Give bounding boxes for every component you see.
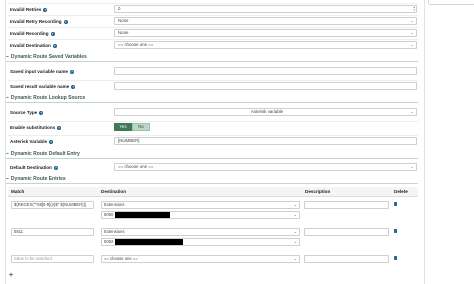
substitutions-toggle: Yes No bbox=[114, 123, 150, 131]
match-column-header: Match bbox=[11, 189, 25, 194]
section-lookup-source[interactable]: − Dynamic Route Lookup Source bbox=[6, 95, 418, 103]
default-destination-select[interactable]: == choose one == ⌄ bbox=[114, 163, 417, 171]
destination-column-header: Destination bbox=[101, 189, 127, 194]
help-icon[interactable]: ? bbox=[50, 32, 55, 36]
chevron-down-icon: ⌄ bbox=[293, 212, 297, 217]
asterisk-variable-label: Asterisk Variable? bbox=[10, 139, 54, 144]
invalid-recording-label: Invalid Recording? bbox=[10, 31, 55, 36]
asterisk-variable-row: Asterisk Variable? [NUMBER] bbox=[8, 135, 418, 147]
destination-type-select[interactable]: Extensions ⌄ bbox=[101, 228, 300, 236]
destination-type-select[interactable]: Extensions ⌄ bbox=[101, 201, 300, 209]
help-icon[interactable]: ? bbox=[57, 126, 62, 130]
chevron-down-icon: ⌄ bbox=[293, 239, 297, 244]
minus-icon[interactable]: − bbox=[6, 151, 9, 157]
invalid-destination-label: Invalid Destination? bbox=[10, 43, 57, 48]
description-field[interactable] bbox=[304, 201, 389, 209]
description-column-header: Description bbox=[305, 189, 331, 194]
saved-result-label: Saved result variable name? bbox=[10, 84, 76, 89]
section-entries[interactable]: − Dynamic Route Entries bbox=[6, 176, 418, 184]
saved-input-variable-field[interactable] bbox=[114, 67, 417, 75]
help-icon[interactable]: ? bbox=[43, 8, 48, 12]
minus-icon[interactable]: − bbox=[6, 54, 9, 60]
new-description-field[interactable] bbox=[304, 255, 389, 263]
trash-icon[interactable] bbox=[394, 229, 397, 233]
section-default-entry[interactable]: − Dynamic Route Default Entry bbox=[6, 151, 418, 159]
chevron-down-icon: ⌄ bbox=[410, 42, 414, 47]
help-icon[interactable]: ? bbox=[63, 20, 68, 24]
entries-table-header: Match Destination Description Delete bbox=[8, 187, 418, 197]
invalid-retries-input[interactable]: 0 ▴ ▾ bbox=[114, 5, 417, 13]
minus-icon[interactable]: − bbox=[6, 176, 9, 182]
no-button[interactable]: No bbox=[132, 123, 150, 131]
invalid-recording-row: Invalid Recording? None ⌄ bbox=[8, 27, 418, 39]
source-type-row: Source Type? Asterisk variable ⌄ bbox=[8, 107, 418, 118]
help-icon[interactable]: ? bbox=[71, 85, 76, 89]
invalid-destination-row: Invalid Destination? == choose one == ⌄ bbox=[8, 39, 418, 51]
chevron-down-icon: ⌄ bbox=[293, 256, 297, 261]
new-destination-select[interactable]: == choose one == ⌄ bbox=[101, 255, 300, 263]
help-icon[interactable]: ? bbox=[69, 70, 74, 74]
saved-input-row: Saved input variable name? bbox=[8, 66, 418, 77]
invalid-recording-select[interactable]: None ⌄ bbox=[114, 29, 417, 37]
description-field[interactable] bbox=[304, 228, 389, 236]
chevron-down-icon: ⌄ bbox=[293, 202, 297, 207]
enable-substitutions-label: Enable substitutions? bbox=[10, 125, 62, 130]
saved-input-label: Saved input variable name? bbox=[10, 69, 74, 74]
source-type-label: Source Type? bbox=[10, 110, 44, 115]
invalid-retry-recording-row: Invalid Retry Recording? None ⌄ bbox=[8, 15, 418, 27]
redacted-block bbox=[115, 212, 170, 218]
saved-result-variable-field[interactable] bbox=[114, 82, 417, 90]
chevron-down-icon: ⌄ bbox=[410, 30, 414, 35]
help-icon[interactable]: ? bbox=[53, 166, 58, 170]
trash-icon[interactable] bbox=[394, 202, 397, 206]
asterisk-variable-field[interactable]: [NUMBER] bbox=[114, 137, 417, 145]
default-destination-row: Default Destination? == choose one == ⌄ bbox=[8, 162, 418, 173]
invalid-retry-recording-select[interactable]: None ⌄ bbox=[114, 17, 417, 25]
yes-button[interactable]: Yes bbox=[114, 123, 132, 131]
delete-column-header: Delete bbox=[394, 189, 408, 194]
invalid-destination-select[interactable]: == choose one == ⌄ bbox=[114, 41, 417, 49]
help-icon[interactable]: ? bbox=[52, 44, 57, 48]
chevron-down-icon: ⌄ bbox=[410, 18, 414, 23]
invalid-retries-label: Invalid Retries? bbox=[10, 7, 48, 12]
side-panel bbox=[428, 0, 474, 5]
enable-substitutions-row: Enable substitutions? Yes No bbox=[8, 121, 418, 133]
match-field[interactable]: ${REGEX("^58[0-9]{2}$" ${NUMBER})} bbox=[11, 201, 94, 209]
chevron-down-icon: ⌄ bbox=[293, 229, 297, 234]
new-match-field[interactable]: value to be matched bbox=[11, 255, 94, 263]
invalid-retry-recording-label: Invalid Retry Recording? bbox=[10, 19, 68, 24]
plus-icon[interactable]: + bbox=[9, 272, 13, 279]
chevron-down-icon: ⌄ bbox=[410, 164, 414, 169]
default-destination-label: Default Destination? bbox=[10, 165, 58, 170]
source-type-select[interactable]: Asterisk variable ⌄ bbox=[114, 108, 417, 116]
help-icon[interactable]: ? bbox=[49, 140, 54, 144]
spinner-icon[interactable]: ▴ ▾ bbox=[413, 6, 415, 12]
minus-icon[interactable]: − bbox=[6, 95, 9, 101]
help-icon[interactable]: ? bbox=[39, 111, 44, 115]
match-field[interactable]: 5811 bbox=[11, 228, 94, 236]
chevron-down-icon: ⌄ bbox=[410, 109, 414, 114]
section-saved-variables[interactable]: − Dynamic Route Saved Variables bbox=[6, 54, 418, 62]
invalid-retries-row: Invalid Retries? 0 ▴ ▾ bbox=[8, 3, 418, 15]
trash-icon[interactable] bbox=[394, 256, 397, 260]
redacted-block bbox=[115, 239, 183, 245]
saved-result-row: Saved result variable name? bbox=[8, 80, 418, 92]
